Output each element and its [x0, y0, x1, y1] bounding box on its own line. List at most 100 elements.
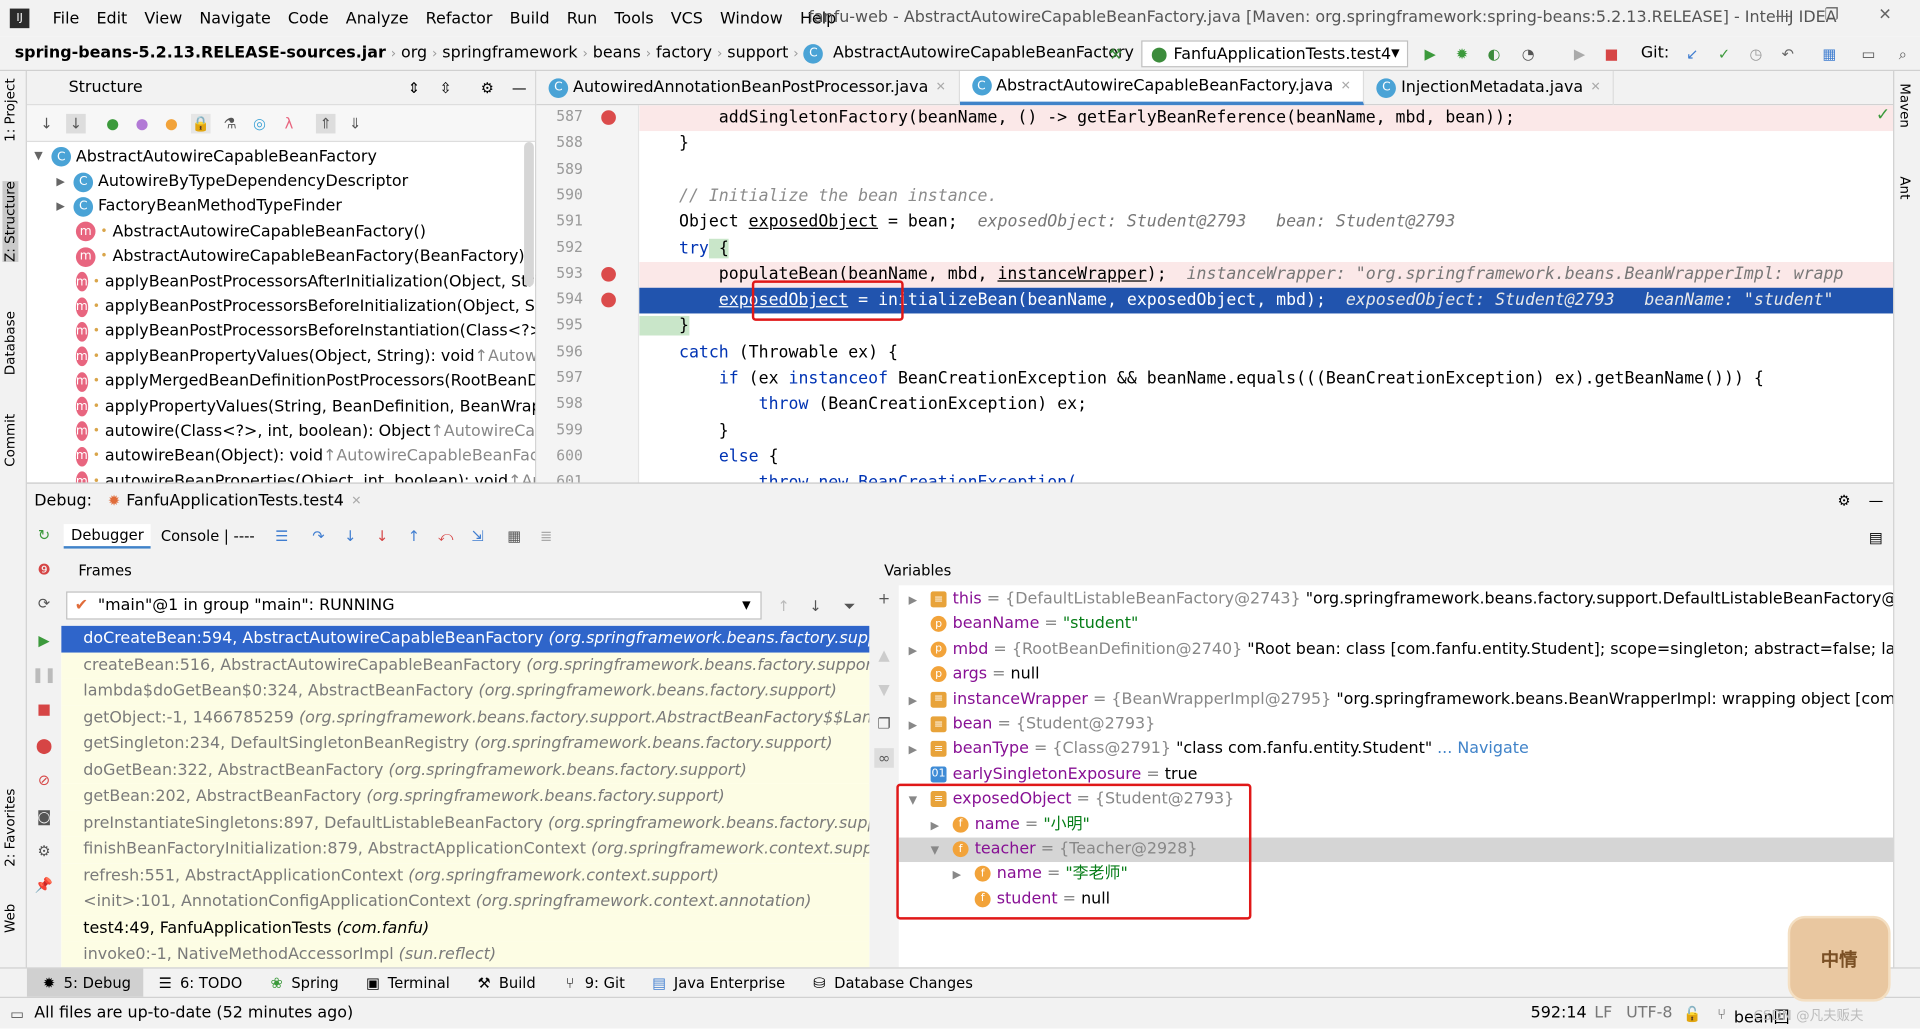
variable-row[interactable]: ▶ ≡ bean = {Student@2793}: [899, 713, 1893, 738]
expand-icon[interactable]: ▶: [909, 739, 931, 763]
breadcrumb-org[interactable]: org: [396, 44, 432, 62]
resume-icon[interactable]: ▶: [34, 631, 54, 651]
frame-row[interactable]: preInstantiateSingletons:897, DefaultLis…: [61, 810, 870, 837]
lock-icon[interactable]: 🔓: [1682, 1004, 1702, 1024]
gear-icon[interactable]: ⚙: [1834, 491, 1854, 511]
structure-tool-tab[interactable]: Z: Structure: [2, 181, 19, 262]
line-number[interactable]: 590: [536, 186, 583, 203]
lambda-icon[interactable]: λ: [279, 113, 299, 133]
git-history-icon[interactable]: ◷: [1746, 44, 1766, 64]
tool-tab-build[interactable]: ⚒ Build: [462, 973, 548, 993]
variable-row[interactable]: ▶ ≡ instanceWrapper = {BeanWrapperImpl@279…: [899, 688, 1893, 713]
frame-row[interactable]: refresh:551, AbstractApplicationContext …: [61, 862, 870, 889]
line-number[interactable]: 591: [536, 212, 583, 229]
expand-all-icon[interactable]: ⇕: [404, 78, 424, 98]
git-rollback-icon[interactable]: ↶: [1778, 44, 1798, 64]
step-out-icon[interactable]: ↑: [404, 527, 424, 547]
breakpoint-icon[interactable]: [601, 110, 616, 125]
force-step-into-icon[interactable]: ↓: [372, 527, 392, 547]
menu-icon[interactable]: ☰: [272, 527, 292, 547]
line-number[interactable]: 596: [536, 342, 583, 359]
glasses-icon[interactable]: ∞: [874, 748, 894, 768]
close-tab-icon[interactable]: ✕: [936, 81, 946, 94]
frame-row[interactable]: lambda$doGetBean$0:324, AbstractBeanFact…: [61, 678, 870, 705]
tab-injection-metadata[interactable]: C InjectionMetadata.java ✕: [1364, 70, 1615, 105]
sort-alpha-icon[interactable]: ↓: [37, 113, 57, 133]
tool-tab-database-changes[interactable]: ⛁ Database Changes: [797, 973, 985, 993]
favorites-tool-tab[interactable]: 2: Favorites: [2, 789, 18, 867]
line-number[interactable]: 597: [536, 369, 583, 386]
structure-item[interactable]: m • autowireBean(Object): void ↑AutowireCa…: [27, 444, 535, 469]
close-window-button[interactable]: ✕: [1878, 6, 1891, 24]
new-watch-icon[interactable]: +: [874, 589, 894, 609]
project-tool-tab[interactable]: 1: Project: [2, 78, 18, 141]
gear-icon[interactable]: ⚙: [478, 78, 498, 98]
evaluate-icon[interactable]: ▦: [505, 527, 525, 547]
hide-panel-icon[interactable]: —: [1866, 491, 1886, 511]
line-number[interactable]: 600: [536, 447, 583, 464]
close-tab-icon[interactable]: ✕: [1590, 81, 1600, 94]
frame-row[interactable]: <init>:101, AnnotationConfigApplicationC…: [61, 888, 870, 916]
variable-row[interactable]: p args = null: [899, 663, 1893, 688]
hammer-build-icon[interactable]: ⚒: [1106, 44, 1126, 64]
expand-icon[interactable]: ▶: [909, 589, 931, 613]
show-properties-icon[interactable]: ●: [132, 113, 152, 133]
layout-icon[interactable]: ▭: [1859, 44, 1879, 64]
git-update-icon[interactable]: ↙: [1682, 44, 1702, 64]
rerun-icon[interactable]: ↻: [34, 525, 54, 545]
breadcrumb-support[interactable]: support: [722, 44, 793, 62]
structure-item[interactable]: m • applyBeanPropertyValues(Object, String…: [27, 344, 535, 369]
breakpoint-rerun-icon[interactable]: ❾: [34, 560, 54, 580]
autoscroll-from-source-icon[interactable]: ⇓: [345, 113, 365, 133]
structure-item[interactable]: m • applyBeanPostProcessorsBeforeInitializ…: [27, 294, 535, 319]
frame-row[interactable]: invoke0:-1, NativeMethodAccessorImpl (su…: [61, 941, 870, 968]
search-icon[interactable]: ⌕: [1893, 44, 1913, 64]
structure-scrollbar[interactable]: [524, 142, 534, 287]
frame-row[interactable]: finishBeanFactoryInitialization:879, Abs…: [61, 836, 870, 863]
expand-icon[interactable]: ▶: [909, 689, 931, 713]
tool-tab-spring[interactable]: ❀ Spring: [255, 973, 351, 993]
tool-tab-terminal[interactable]: ▣ Terminal: [351, 973, 462, 993]
close-session-icon[interactable]: ✕: [351, 494, 361, 507]
next-frame-icon[interactable]: ↓: [806, 596, 826, 616]
drop-frame-icon[interactable]: ⤺: [436, 527, 456, 547]
expand-icon[interactable]: ▶: [56, 201, 73, 213]
variable-row[interactable]: ▶ ≡ this = {DefaultListableBeanFactory@274…: [899, 588, 1893, 613]
line-number[interactable]: 587: [536, 108, 583, 125]
stop-icon[interactable]: ■: [1602, 44, 1622, 64]
tool-tab-java-enterprise[interactable]: ▤ Java Enterprise: [637, 973, 797, 993]
minimize-button[interactable]: —: [1776, 7, 1792, 25]
close-tab-icon[interactable]: ✕: [1341, 79, 1351, 92]
camera-icon[interactable]: ◙: [34, 807, 54, 827]
menu-tools[interactable]: Tools: [606, 9, 662, 27]
menu-edit[interactable]: Edit: [88, 9, 136, 27]
variable-row[interactable]: ▶ p mbd = {RootBeanDefinition@2740} "Root …: [899, 638, 1893, 663]
structure-item[interactable]: m • applyBeanPostProcessorsBeforeInstantia…: [27, 319, 535, 344]
project-structure-icon[interactable]: ▦: [1820, 44, 1840, 64]
trace-icon[interactable]: ≣: [536, 527, 556, 547]
coverage-icon[interactable]: ◐: [1484, 44, 1504, 64]
structure-item[interactable]: m • applyPropertyValues(String, BeanDefini…: [27, 394, 535, 419]
line-number[interactable]: 598: [536, 395, 583, 412]
tab-abstract-autowire[interactable]: C AbstractAutowireCapableBeanFactory.jav…: [959, 70, 1365, 105]
settings-icon[interactable]: ⚙: [34, 841, 54, 861]
breakpoint-icon[interactable]: [601, 266, 616, 282]
breadcrumb-springframework[interactable]: springframework: [437, 44, 582, 62]
structure-item[interactable]: m • applyBeanPostProcessorsAfterInitializa…: [27, 269, 535, 294]
debug-icon[interactable]: ✹: [1452, 44, 1472, 64]
breadcrumb-factory[interactable]: factory: [651, 44, 717, 62]
run-icon[interactable]: ▶: [1420, 44, 1440, 64]
filter-icon[interactable]: ⏷: [840, 596, 860, 616]
menu-refactor[interactable]: Refactor: [417, 9, 501, 27]
autoscroll-to-source-icon[interactable]: ⇑: [315, 113, 336, 133]
expand-icon[interactable]: ▶: [909, 714, 931, 738]
breadcrumb-jar[interactable]: spring-beans-5.2.13.RELEASE-sources.jar: [10, 44, 391, 62]
menu-window[interactable]: Window: [711, 9, 791, 27]
run-config-selector[interactable]: ⬤ FanfuApplicationTests.test4 ▼: [1141, 40, 1409, 68]
rerun-icon[interactable]: ▶: [1570, 44, 1590, 64]
line-number[interactable]: 599: [536, 421, 583, 438]
show-lambdas-icon[interactable]: ⚗: [220, 113, 240, 133]
breadcrumb-beans[interactable]: beans: [588, 44, 646, 62]
sort-visibility-icon[interactable]: ↓: [66, 113, 86, 133]
debug-session-tab[interactable]: FanfuApplicationTests.test4: [126, 492, 344, 510]
